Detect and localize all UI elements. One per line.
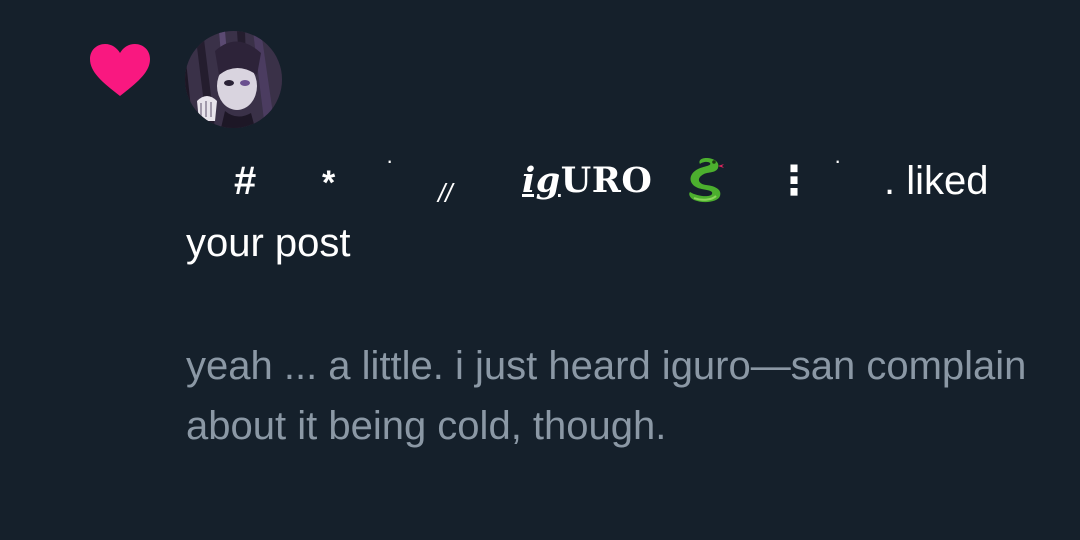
- display-name-dot-2[interactable]: ·: [834, 130, 841, 192]
- display-name-colon[interactable]: ⋮: [774, 150, 814, 212]
- display-name-lead[interactable]: ig: [522, 160, 561, 201]
- action-text: . liked: [884, 159, 989, 203]
- heart-icon: [88, 42, 152, 98]
- display-name-dot[interactable]: ·: [386, 130, 393, 192]
- user-avatar[interactable]: [185, 31, 282, 128]
- display-name-star[interactable]: *: [322, 152, 335, 214]
- notification-headline: # * · // igURO ⋮ · . liked your post: [186, 148, 1026, 274]
- post-snippet[interactable]: yeah ... a little. i just heard iguro—sa…: [186, 336, 1046, 456]
- snake-emoji-icon: [684, 150, 728, 206]
- action-text-line2: your post: [186, 221, 351, 265]
- like-notification[interactable]: # * · // igURO ⋮ · . liked your post yea…: [0, 0, 1080, 540]
- display-name-hash[interactable]: #: [234, 150, 256, 212]
- display-name-slashes[interactable]: //: [438, 162, 452, 224]
- display-name-rest[interactable]: URO: [561, 160, 653, 201]
- display-name-text[interactable]: igURO: [522, 150, 652, 212]
